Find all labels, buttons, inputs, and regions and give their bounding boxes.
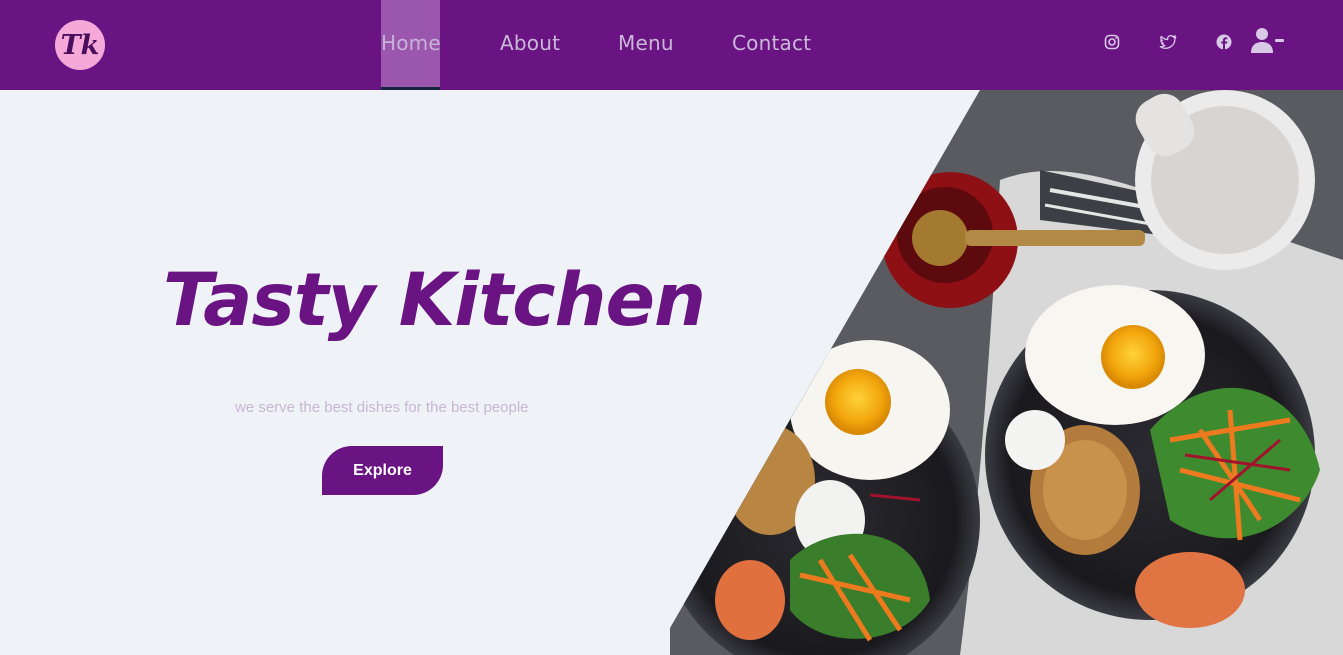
user-minus-icon[interactable] [1250,27,1286,55]
facebook-icon[interactable] [1213,31,1235,53]
top-navbar: Tk Home About Menu Contact [0,0,1343,90]
nav-home-link[interactable]: Home [381,0,441,90]
nav-menu-link[interactable]: Menu [618,0,674,90]
nav-contact-link[interactable]: Contact [732,0,811,90]
hero-subtitle: we serve the best dishes for the best pe… [235,399,529,416]
hero-section [0,90,780,655]
logo-text: Tk [60,29,100,61]
twitter-icon[interactable] [1157,31,1179,53]
explore-button[interactable]: Explore [322,446,443,495]
nav-about-link[interactable]: About [500,0,560,90]
brand-logo[interactable]: Tk [55,20,105,70]
instagram-icon[interactable] [1101,31,1123,53]
hero-title: Tasty Kitchen [163,258,706,343]
